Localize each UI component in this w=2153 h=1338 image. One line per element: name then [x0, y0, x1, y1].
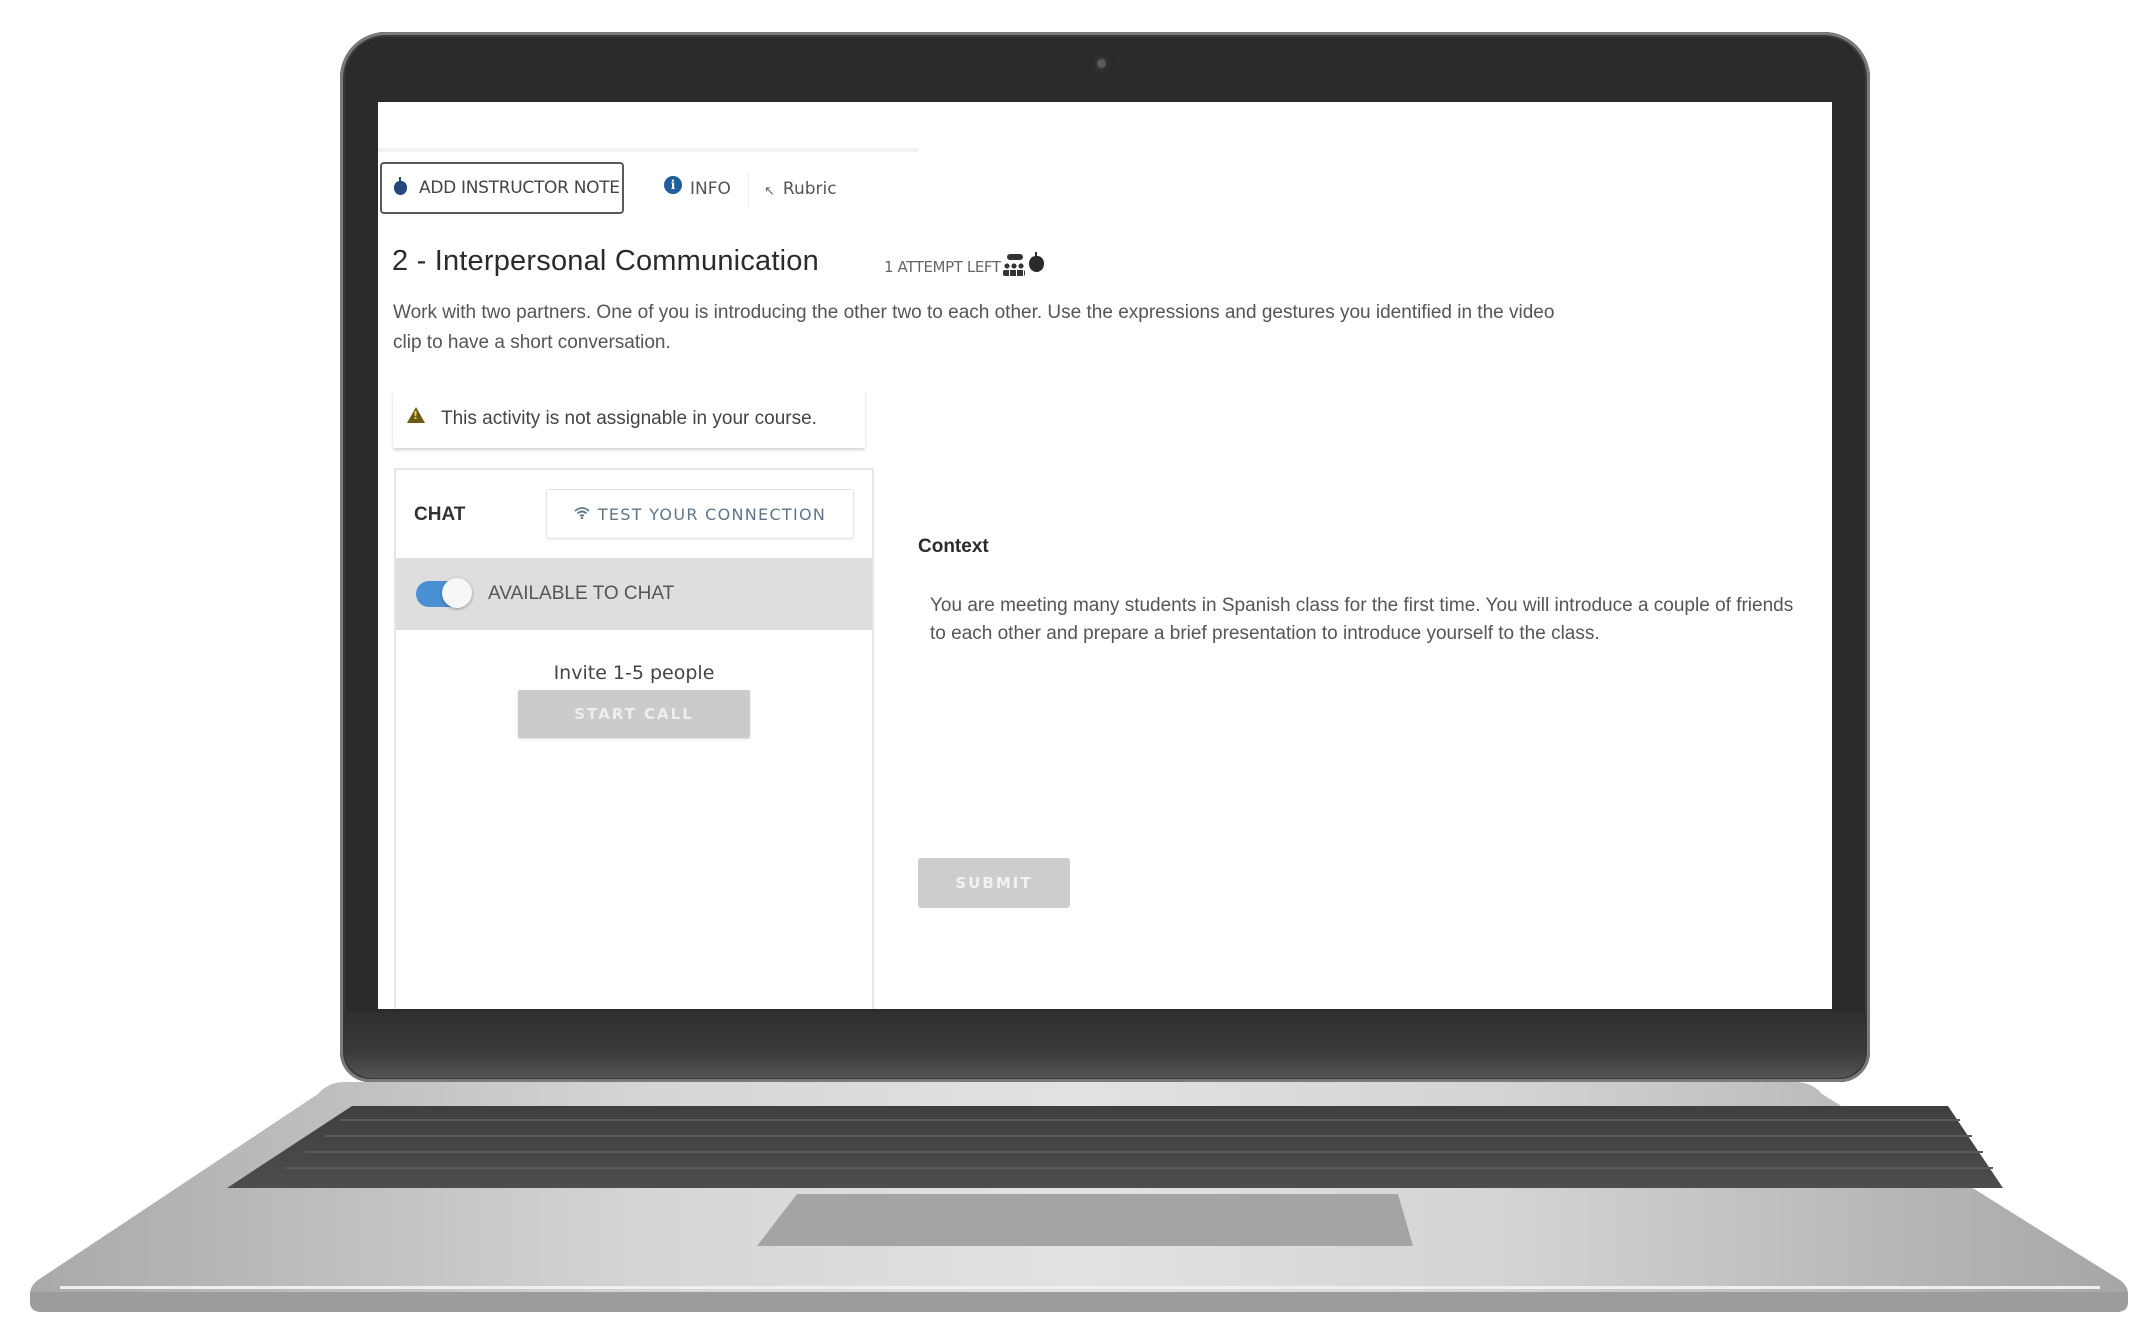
context-heading: Context — [918, 536, 989, 557]
apple-icon — [394, 177, 407, 195]
available-to-chat-label: AVAILABLE TO CHAT — [488, 583, 675, 604]
add-instructor-note-label: ADD INSTRUCTOR NOTE — [419, 178, 620, 198]
arrow-up-left-icon: ↖ — [764, 183, 775, 199]
group-presentation-icon — [1002, 254, 1026, 276]
toolbar-divider — [748, 172, 749, 208]
laptop-bezel-bottom — [344, 1012, 1866, 1078]
touchpad — [757, 1194, 1413, 1246]
attempts-badge: 1 ATTEMPT LEFT — [884, 252, 1044, 276]
laptop-front-edge — [30, 1292, 2128, 1312]
apple-icon — [1028, 252, 1044, 272]
rubric-label: Rubric — [782, 179, 837, 199]
availability-row: AVAILABLE TO CHAT — [396, 558, 872, 630]
page-title: 2 - Interpersonal Communication — [392, 245, 819, 277]
test-connection-button[interactable]: TEST YOUR CONNECTION — [546, 489, 854, 539]
invite-text: Invite 1-5 people — [553, 662, 715, 684]
info-button[interactable]: i INFO — [664, 172, 731, 206]
keyboard — [227, 1106, 2003, 1188]
laptop-screen: ADD INSTRUCTOR NOTE i INFO ↖ Rubric 2 - … — [378, 102, 1832, 1009]
top-divider — [378, 148, 918, 152]
rubric-link[interactable]: ↖ Rubric — [764, 172, 837, 206]
warning-triangle-icon — [407, 407, 425, 423]
submit-button[interactable]: SUBMIT — [918, 858, 1070, 908]
info-label: INFO — [690, 179, 731, 199]
chat-header: CHAT — [414, 504, 466, 525]
add-instructor-note-button[interactable]: ADD INSTRUCTOR NOTE — [380, 162, 624, 214]
wifi-icon — [574, 505, 590, 523]
context-text: You are meeting many students in Spanish… — [930, 595, 1794, 644]
test-connection-label: TEST YOUR CONNECTION — [597, 504, 827, 524]
warning-text: This activity is not assignable in your … — [441, 408, 817, 429]
available-to-chat-toggle[interactable] — [416, 578, 472, 608]
warning-banner: This activity is not assignable in your … — [393, 390, 865, 448]
laptop-front-highlight — [60, 1286, 2100, 1289]
webcam-icon — [1097, 59, 1106, 68]
laptop-base — [30, 1082, 2128, 1312]
toggle-knob — [442, 578, 472, 608]
activity-description: Work with two partners. One of you is in… — [393, 302, 1555, 353]
start-call-button[interactable]: START CALL — [518, 690, 750, 738]
chat-panel: CHAT TEST YOUR CONNECTION AVAILABLE TO C… — [394, 468, 874, 1009]
attempts-text: 1 ATTEMPT LEFT — [884, 258, 1001, 276]
info-icon: i — [664, 176, 682, 194]
